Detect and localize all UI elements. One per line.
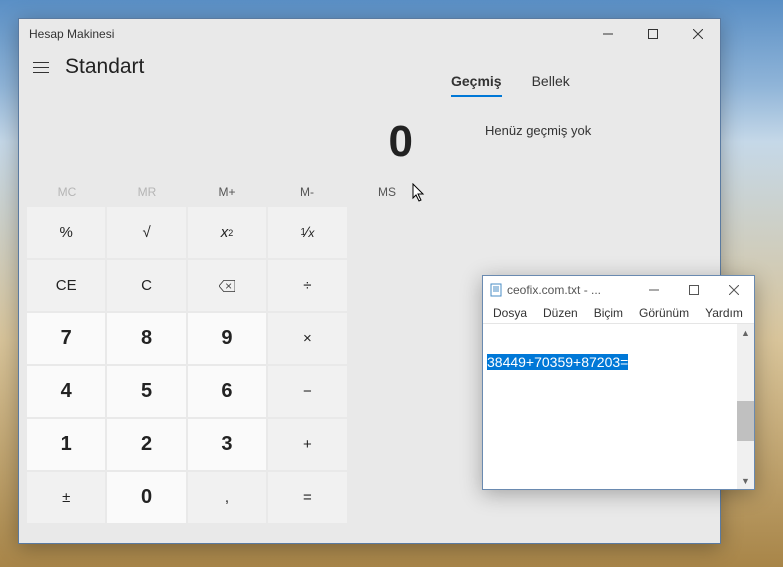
key-decimal[interactable]: , <box>188 472 266 523</box>
notepad-menu: Dosya Düzen Biçim Görünüm Yardım <box>483 304 754 324</box>
maximize-icon <box>689 285 699 295</box>
keypad: % √ x2 1∕x CE C ÷ 7 8 9 × 4 5 6 − 1 2 3 <box>27 207 427 523</box>
scroll-down-icon[interactable]: ▼ <box>737 472 754 489</box>
key-6[interactable]: 6 <box>188 366 266 417</box>
key-divide[interactable]: ÷ <box>268 260 346 311</box>
minimize-button[interactable] <box>585 19 630 49</box>
display: 0 <box>27 85 427 177</box>
key-backspace[interactable] <box>188 260 266 311</box>
tab-memory[interactable]: Bellek <box>532 73 570 97</box>
key-percent[interactable]: % <box>27 207 105 258</box>
close-button[interactable] <box>675 19 720 49</box>
menu-help[interactable]: Yardım <box>699 304 749 323</box>
maximize-icon <box>648 29 658 39</box>
key-3[interactable]: 3 <box>188 419 266 470</box>
key-sqrt[interactable]: √ <box>107 207 185 258</box>
key-reciprocal[interactable]: 1∕x <box>268 207 346 258</box>
window-controls <box>585 19 720 49</box>
key-equals[interactable]: = <box>268 472 346 523</box>
key-9[interactable]: 9 <box>188 313 266 364</box>
hamburger-icon <box>33 62 49 63</box>
key-1[interactable]: 1 <box>27 419 105 470</box>
notepad-textarea[interactable]: 38449+70359+87203= <box>483 324 737 489</box>
key-2[interactable]: 2 <box>107 419 185 470</box>
tab-history[interactable]: Geçmiş <box>451 73 502 97</box>
mem-mplus[interactable]: M+ <box>187 177 267 207</box>
menu-edit[interactable]: Düzen <box>537 304 584 323</box>
notepad-minimize-button[interactable] <box>634 276 674 304</box>
backspace-icon <box>219 278 235 294</box>
notepad-titlebar: ceofix.com.txt - ... <box>483 276 754 304</box>
notepad-app-icon <box>489 283 503 297</box>
close-icon <box>693 29 703 39</box>
history-empty-text: Henüz geçmiş yok <box>451 123 704 138</box>
scroll-track[interactable] <box>737 341 754 472</box>
calculator-titlebar: Hesap Makinesi <box>19 19 720 49</box>
notepad-title: ceofix.com.txt - ... <box>489 283 601 297</box>
mem-mminus[interactable]: M- <box>267 177 347 207</box>
mode-title: Standart <box>65 55 144 79</box>
notepad-maximize-button[interactable] <box>674 276 714 304</box>
minimize-icon <box>603 29 613 39</box>
mem-ms[interactable]: MS <box>347 177 427 207</box>
menu-button[interactable] <box>31 57 51 77</box>
key-c[interactable]: C <box>107 260 185 311</box>
scroll-thumb[interactable] <box>737 401 754 441</box>
notepad-controls <box>634 276 754 304</box>
key-negate[interactable]: ± <box>27 472 105 523</box>
menu-view[interactable]: Görünüm <box>633 304 695 323</box>
window-title: Hesap Makinesi <box>29 27 114 41</box>
notepad-close-button[interactable] <box>714 276 754 304</box>
notepad-body: 38449+70359+87203= ▲ ▼ <box>483 324 754 489</box>
memory-row: MC MR M+ M- MS <box>27 177 427 207</box>
mem-mc: MC <box>27 177 107 207</box>
notepad-selected-text: 38449+70359+87203= <box>487 354 628 370</box>
key-7[interactable]: 7 <box>27 313 105 364</box>
calculator-body: 0 MC MR M+ M- MS % √ x2 1∕x CE C ÷ 7 8 9… <box>19 85 435 531</box>
key-square[interactable]: x2 <box>188 207 266 258</box>
scroll-up-icon[interactable]: ▲ <box>737 324 754 341</box>
menu-format[interactable]: Biçim <box>588 304 629 323</box>
mem-mr: MR <box>107 177 187 207</box>
key-4[interactable]: 4 <box>27 366 105 417</box>
key-ce[interactable]: CE <box>27 260 105 311</box>
key-8[interactable]: 8 <box>107 313 185 364</box>
maximize-button[interactable] <box>630 19 675 49</box>
key-add[interactable]: + <box>268 419 346 470</box>
close-icon <box>729 285 739 295</box>
notepad-scrollbar[interactable]: ▲ ▼ <box>737 324 754 489</box>
notepad-window: ceofix.com.txt - ... Dosya Düzen Biçim G… <box>482 275 755 490</box>
key-multiply[interactable]: × <box>268 313 346 364</box>
minimize-icon <box>649 285 659 295</box>
menu-file[interactable]: Dosya <box>487 304 533 323</box>
history-panel: Geçmiş Bellek Henüz geçmiş yok <box>435 63 720 148</box>
key-5[interactable]: 5 <box>107 366 185 417</box>
panel-tabs: Geçmiş Bellek <box>451 73 704 97</box>
key-0[interactable]: 0 <box>107 472 185 523</box>
key-subtract[interactable]: − <box>268 366 346 417</box>
